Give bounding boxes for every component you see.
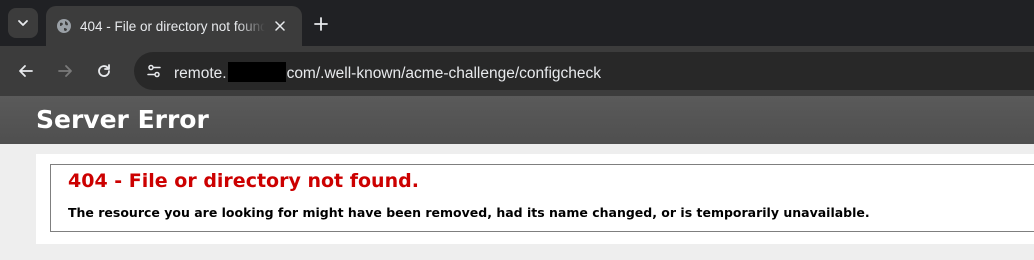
tab-title: 404 - File or directory not found. (80, 18, 265, 34)
forward-button[interactable] (52, 58, 78, 84)
error-fieldset: 404 - File or directory not found. The r… (50, 164, 1034, 232)
reload-icon (98, 64, 110, 77)
back-button[interactable] (13, 58, 39, 84)
reload-button[interactable] (91, 58, 117, 84)
globe-icon (57, 19, 71, 33)
tune-icon (147, 64, 161, 78)
close-icon (275, 21, 285, 31)
content-panel: 404 - File or directory not found. The r… (36, 154, 1034, 244)
tab-search-button[interactable] (8, 8, 38, 38)
url-suffix: com/.well-known/acme-challenge/configche… (286, 65, 602, 82)
chevron-down-icon (18, 20, 28, 26)
error-title: 404 - File or directory not found. (68, 170, 419, 192)
page-header: Server Error (0, 96, 1034, 144)
site-info-button[interactable] (142, 59, 166, 83)
plus-icon (314, 17, 328, 31)
address-bar[interactable]: remote. com/.well-known/acme-challenge/co… (134, 52, 1034, 90)
error-message: The resource you are looking for might h… (68, 205, 870, 220)
url-text[interactable]: remote. com/.well-known/acme-challenge/co… (174, 62, 601, 83)
url-prefix: remote. (174, 65, 227, 82)
browser-toolbar: remote. com/.well-known/acme-challenge/co… (0, 46, 1034, 96)
new-tab-button[interactable] (308, 11, 334, 37)
browser-tab[interactable]: 404 - File or directory not found. (46, 6, 302, 46)
page-title: Server Error (36, 105, 209, 134)
arrow-left-icon (19, 65, 33, 77)
page-viewport: Server Error 404 - File or directory not… (0, 96, 1034, 260)
arrow-right-icon (58, 65, 72, 77)
redaction-bar (227, 62, 286, 82)
tab-strip: 404 - File or directory not found. (0, 0, 1034, 46)
tab-close-button[interactable] (270, 16, 290, 36)
